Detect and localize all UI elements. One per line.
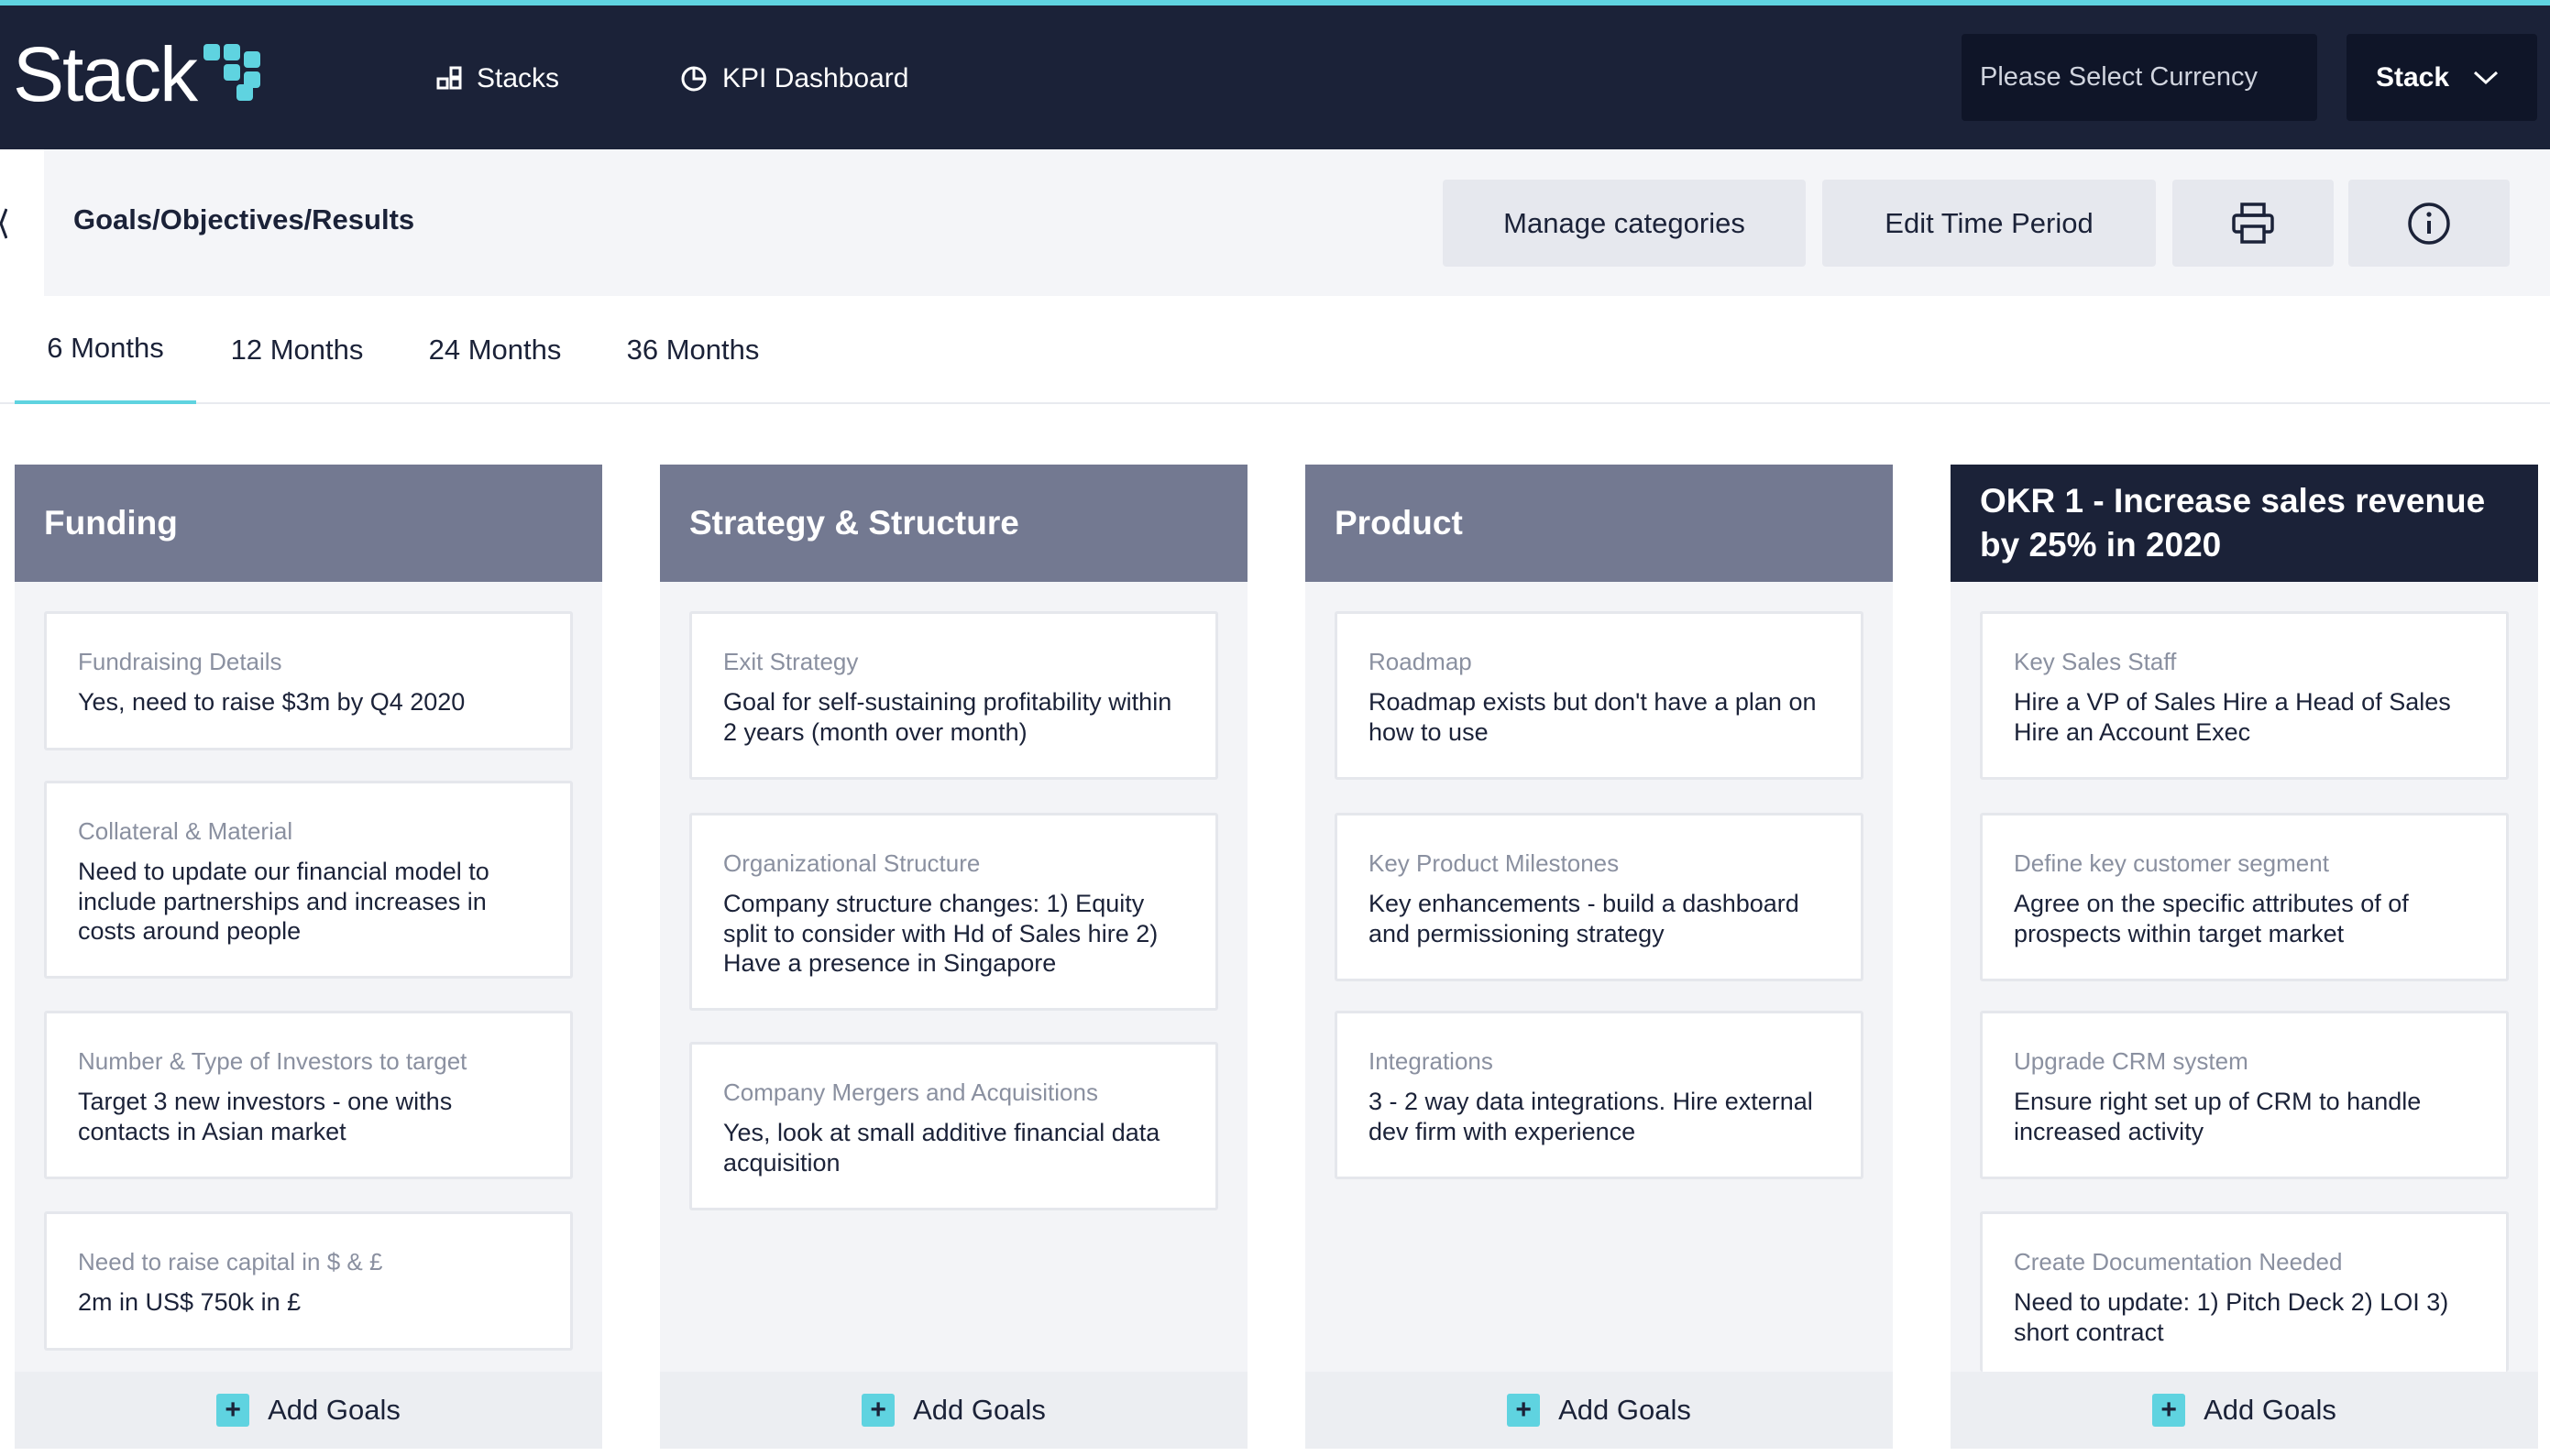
goal-card-label: Organizational Structure <box>723 849 981 877</box>
column-title: Funding <box>15 465 602 582</box>
category-column-strategy-structure: Strategy & Structure Exit Strategy Goal … <box>660 465 1248 1449</box>
plus-icon: + <box>862 1394 896 1427</box>
goal-card-label: Roadmap <box>1368 648 1472 675</box>
stack-select[interactable]: Stack <box>2347 34 2537 121</box>
goal-card-label: Integrations <box>1368 1047 1493 1075</box>
goal-card[interactable]: Roadmap Roadmap exists but don't have a … <box>1335 611 1863 780</box>
tab-36-months[interactable]: 36 Months <box>609 296 777 404</box>
tab-label: 6 Months <box>47 332 164 364</box>
time-period-tabs: 6 Months 12 Months 24 Months 36 Months <box>0 296 2550 404</box>
goal-card-label: Define key customer segment <box>2014 849 2329 877</box>
add-goals-button[interactable]: + Add Goals <box>15 1372 602 1449</box>
goal-card-value: Goal for self-sustaining profitability w… <box>723 688 1172 746</box>
nav-kpi-dashboard[interactable]: KPI Dashboard <box>680 51 908 106</box>
currency-select-placeholder: Please Select Currency <box>1980 62 2259 92</box>
grid-icon <box>436 66 462 90</box>
goal-card-label: Key Sales Staff <box>2014 648 2177 675</box>
goal-card-value: Need to update: 1) Pitch Deck 2) LOI 3) … <box>2014 1288 2449 1346</box>
tab-12-months[interactable]: 12 Months <box>213 296 381 404</box>
add-goals-label: Add Goals <box>1558 1394 1691 1426</box>
page-title: Goals/Objectives/Results <box>73 203 415 235</box>
goal-card[interactable]: Upgrade CRM system Ensure right set up o… <box>1980 1011 2509 1179</box>
category-column-okr-1: OKR 1 - Increase sales revenue by 25% in… <box>1951 465 2538 1449</box>
logo-text: Stack <box>13 31 198 117</box>
goal-card-value: Key enhancements - build a dashboard and… <box>1368 890 1799 947</box>
goal-card[interactable]: Collateral & Material Need to update our… <box>44 781 573 979</box>
goal-card[interactable]: Organizational Structure Company structu… <box>689 813 1218 1011</box>
goal-card-label: Upgrade CRM system <box>2014 1047 2248 1075</box>
goal-card-label: Company Mergers and Acquisitions <box>723 1078 1098 1106</box>
goal-card-label: Create Documentation Needed <box>2014 1248 2343 1275</box>
stack-logo[interactable]: Stack <box>13 33 264 115</box>
nav-kpi-dashboard-label: KPI Dashboard <box>722 63 909 93</box>
logo-mark-icon <box>203 43 264 105</box>
goal-card-value: Yes, need to raise $3m by Q4 2020 <box>78 688 466 717</box>
goal-card-label: Exit Strategy <box>723 648 859 675</box>
currency-select[interactable]: Please Select Currency <box>1962 34 2317 121</box>
goal-card-value: Hire a VP of Sales Hire a Head of Sales … <box>2014 688 2451 746</box>
goal-card[interactable]: Number & Type of Investors to target Tar… <box>44 1011 573 1179</box>
pie-chart-icon <box>681 66 707 92</box>
edit-time-period-button[interactable]: Edit Time Period <box>1822 180 2156 267</box>
goal-card-value: 3 - 2 way data integrations. Hire extern… <box>1368 1088 1813 1145</box>
tab-label: 24 Months <box>428 334 562 366</box>
goal-card-label: Need to raise capital in $ & £ <box>78 1248 383 1275</box>
nav-stacks-label: Stacks <box>477 63 560 93</box>
tab-6-months[interactable]: 6 Months <box>15 296 196 404</box>
add-goals-button[interactable]: + Add Goals <box>1305 1372 1893 1449</box>
nav-stacks[interactable]: Stacks <box>436 51 559 106</box>
category-column-funding: Funding Fundraising Details Yes, need to… <box>15 465 602 1449</box>
chevron-down-icon <box>2474 71 2499 84</box>
plus-icon: + <box>216 1394 250 1427</box>
goal-card[interactable]: Exit Strategy Goal for self-sustaining p… <box>689 611 1218 780</box>
print-button[interactable] <box>2172 180 2334 267</box>
goal-card-value: Yes, look at small additive financial da… <box>723 1119 1160 1177</box>
goal-card-value: 2m in US$ 750k in £ <box>78 1288 302 1317</box>
add-goals-label: Add Goals <box>2204 1394 2336 1426</box>
column-title: OKR 1 - Increase sales revenue by 25% in… <box>1951 465 2538 582</box>
add-goals-label: Add Goals <box>268 1394 401 1426</box>
chevron-left-icon[interactable] <box>0 203 8 248</box>
tab-label: 12 Months <box>230 334 364 366</box>
add-goals-button[interactable]: + Add Goals <box>660 1372 1248 1449</box>
tab-label: 36 Months <box>626 334 760 366</box>
goal-card[interactable]: Fundraising Details Yes, need to raise $… <box>44 611 573 750</box>
goal-card-value: Need to update our financial model to in… <box>78 858 489 945</box>
info-button[interactable] <box>2348 180 2510 267</box>
goal-card[interactable]: Key Sales Staff Hire a VP of Sales Hire … <box>1980 611 2509 780</box>
goal-card-label: Number & Type of Investors to target <box>78 1047 467 1075</box>
goal-card[interactable]: Need to raise capital in $ & £ 2m in US$… <box>44 1211 573 1351</box>
plus-icon: + <box>2152 1394 2186 1427</box>
stack-select-label: Stack <box>2376 61 2450 93</box>
category-column-product: Product Roadmap Roadmap exists but don't… <box>1305 465 1893 1449</box>
manage-categories-label: Manage categories <box>1503 206 1745 239</box>
printer-icon <box>2232 202 2274 244</box>
info-icon <box>2408 202 2450 245</box>
goal-card[interactable]: Company Mergers and Acquisitions Yes, lo… <box>689 1042 1218 1210</box>
goal-card-value: Target 3 new investors - one withs conta… <box>78 1088 453 1145</box>
goal-card-label: Key Product Milestones <box>1368 849 1620 877</box>
goal-card-value: Agree on the specific attributes of of p… <box>2014 890 2409 947</box>
goal-card-label: Fundraising Details <box>78 648 282 675</box>
add-goals-button[interactable]: + Add Goals <box>1951 1372 2538 1449</box>
goal-card[interactable]: Integrations 3 - 2 way data integrations… <box>1335 1011 1863 1179</box>
goal-card-value: Roadmap exists but don't have a plan on … <box>1368 688 1817 746</box>
tab-24-months[interactable]: 24 Months <box>411 296 579 404</box>
goal-card-value: Company structure changes: 1) Equity spl… <box>723 890 1159 977</box>
edit-time-period-label: Edit Time Period <box>1885 206 2094 239</box>
add-goals-label: Add Goals <box>913 1394 1046 1426</box>
goal-card[interactable]: Define key customer segment Agree on the… <box>1980 813 2509 981</box>
plus-icon: + <box>1507 1394 1541 1427</box>
goal-card[interactable]: Key Product Milestones Key enhancements … <box>1335 813 1863 981</box>
goal-card-label: Collateral & Material <box>78 817 293 845</box>
manage-categories-button[interactable]: Manage categories <box>1443 180 1806 267</box>
goal-card-value: Ensure right set up of CRM to handle inc… <box>2014 1088 2422 1145</box>
column-title: Strategy & Structure <box>660 465 1248 582</box>
goal-card[interactable]: Create Documentation Needed Need to upda… <box>1980 1211 2509 1372</box>
column-title: Product <box>1305 465 1893 582</box>
